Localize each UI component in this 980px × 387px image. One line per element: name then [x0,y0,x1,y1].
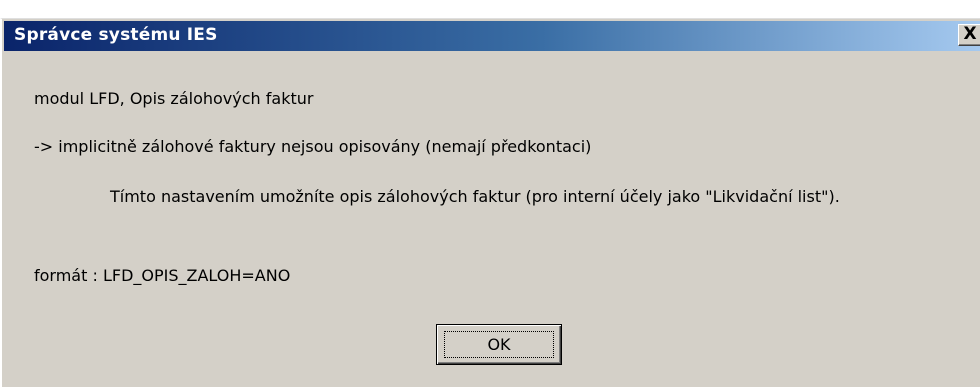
close-icon: X [963,24,977,44]
ok-button-label: OK [444,331,554,358]
title-bar[interactable]: Správce systému IES X [4,21,980,51]
ok-button[interactable]: OK [436,324,562,365]
dialog-title: Správce systému IES [14,25,218,45]
message-dialog: Správce systému IES X modul LFD, Opis zá… [0,18,980,387]
close-button[interactable]: X [958,24,980,46]
message-line-description: Tímto nastavením umožníte opis zálohovýc… [110,187,840,206]
message-line-module: modul LFD, Opis zálohových faktur [34,89,314,108]
message-line-default: -> implicitně zálohové faktury nejsou op… [34,137,592,156]
message-line-format: formát : LFD_OPIS_ZALOH=ANO [34,266,291,285]
